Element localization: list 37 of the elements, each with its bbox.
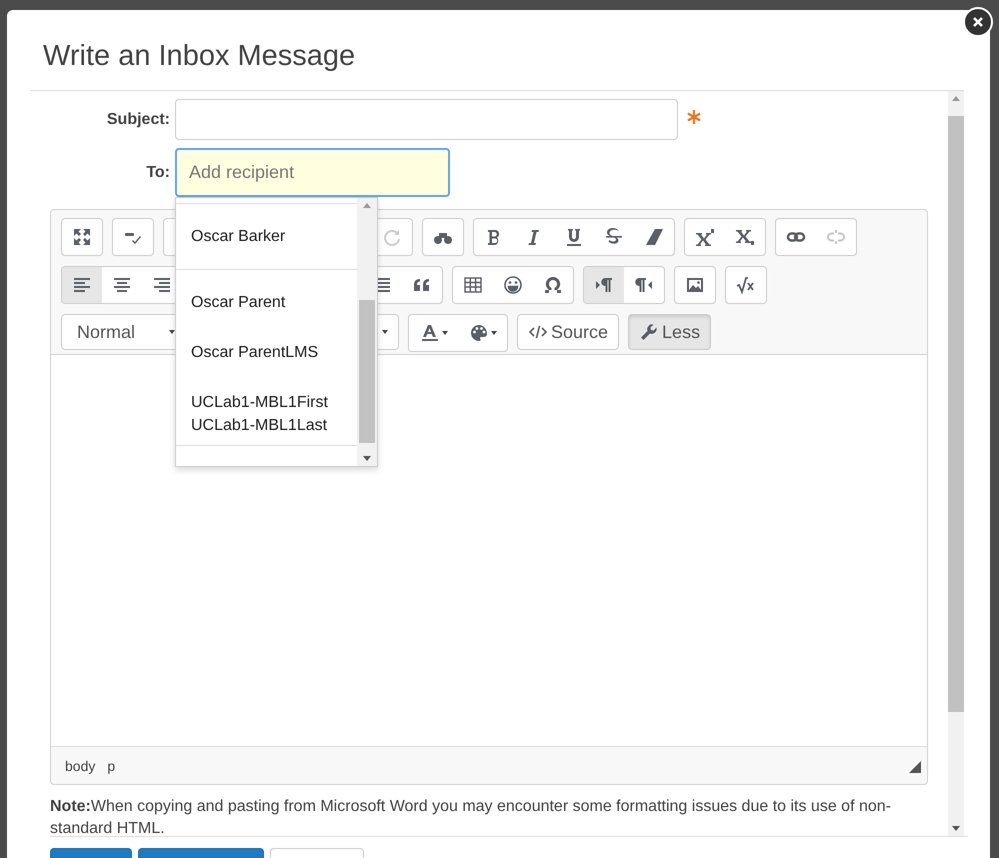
suggestion-item[interactable]: Oscar Parent	[176, 270, 357, 314]
align-right-icon	[152, 275, 172, 295]
align-left-icon	[72, 275, 92, 295]
wrench-icon	[639, 322, 660, 342]
dialog-title: Write an Inbox Message	[42, 39, 356, 74]
rtl-icon	[634, 275, 654, 295]
scrollbar[interactable]	[948, 91, 964, 836]
omega-icon	[543, 275, 563, 295]
note-text: Note:When copying and pasting from Microsoft Word you may encounter some formatting issues due to its use of non-standard HTML.	[50, 797, 892, 836]
field-label: Subject:	[106, 110, 171, 128]
resize-grip-icon	[909, 761, 921, 773]
subject-field[interactable]	[175, 99, 678, 140]
maximize-icon	[72, 227, 92, 247]
sub-icon	[735, 227, 755, 247]
close-icon	[971, 15, 985, 29]
table-icon	[463, 275, 483, 295]
ltr-button[interactable]	[584, 267, 624, 303]
ltr-icon	[594, 275, 614, 295]
recipient-field[interactable]: Add recipient	[175, 148, 450, 197]
palette-icon	[468, 323, 488, 343]
image-icon	[685, 275, 705, 295]
field-label: To:	[145, 164, 171, 182]
element-path-item[interactable]: body	[65, 758, 96, 774]
unlink-icon	[826, 227, 846, 247]
less-button[interactable]: Less	[628, 314, 712, 350]
source-button[interactable]: Source	[517, 314, 620, 350]
sqrt-icon	[736, 275, 756, 295]
eraser-icon	[644, 227, 664, 247]
align-left-button[interactable]	[62, 267, 102, 303]
align-center-icon	[112, 275, 132, 295]
element-path-item[interactable]: p	[107, 758, 116, 774]
smiley-icon	[503, 275, 523, 295]
text-color-icon	[420, 323, 440, 343]
sup-icon	[695, 227, 715, 247]
dropdown-scrollbar[interactable]	[357, 198, 377, 466]
underline-icon	[564, 227, 584, 247]
redo-icon	[382, 227, 402, 247]
